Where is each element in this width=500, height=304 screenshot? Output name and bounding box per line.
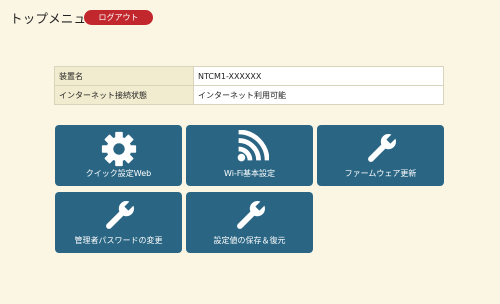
logout-button[interactable]: ログアウト: [84, 10, 153, 25]
device-name-value: NTCM1-XXXXXX: [193, 66, 444, 86]
tile-label: 管理者パスワードの変更: [74, 236, 163, 245]
settings-backup-tile[interactable]: 設定値の保存＆復元: [186, 192, 313, 253]
status-table: 装置名 NTCM1-XXXXXX インターネット接続状態 インターネット利用可能: [54, 66, 444, 105]
wrench-icon: [186, 197, 313, 235]
device-name-label: 装置名: [54, 66, 194, 86]
tile-label: クイック設定Web: [85, 169, 152, 178]
connection-status-label: インターネット接続状態: [54, 85, 194, 105]
table-row: インターネット接続状態 インターネット利用可能: [54, 85, 444, 105]
quick-setup-web-tile[interactable]: クイック設定Web: [55, 125, 182, 186]
connection-status-value: インターネット利用可能: [193, 85, 444, 105]
firmware-update-tile[interactable]: ファームウェア更新: [317, 125, 444, 186]
wifi-icon: [186, 130, 313, 168]
wrench-icon: [317, 130, 444, 168]
table-row: 装置名 NTCM1-XXXXXX: [54, 66, 444, 86]
tile-label: Wi-Fi基本設定: [223, 169, 276, 178]
tile-label: ファームウェア更新: [344, 169, 417, 178]
wifi-settings-tile[interactable]: Wi-Fi基本設定: [186, 125, 313, 186]
tile-label: 設定値の保存＆復元: [213, 236, 286, 245]
wrench-icon: [55, 197, 182, 235]
admin-password-tile[interactable]: 管理者パスワードの変更: [55, 192, 182, 253]
gear-icon: [55, 130, 182, 168]
